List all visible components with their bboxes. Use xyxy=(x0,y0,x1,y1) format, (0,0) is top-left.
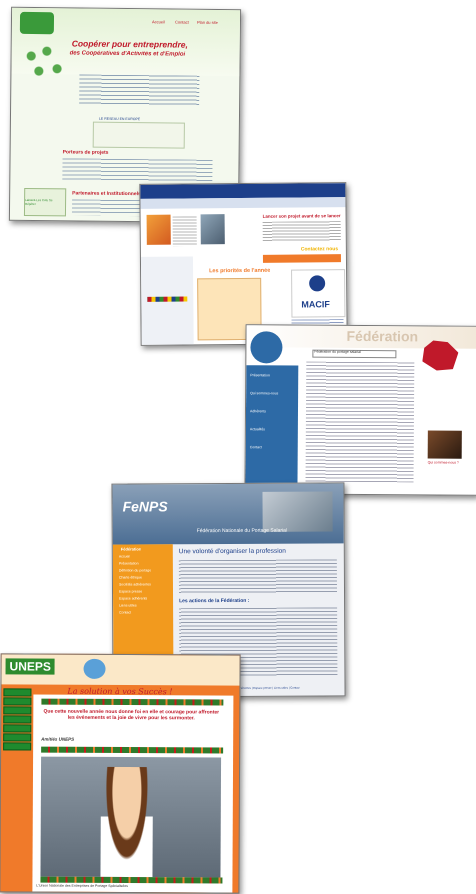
section-label[interactable]: Les priorités de l'année xyxy=(209,268,270,275)
screenshot-projet: Lancer son projet avant de se lancer Con… xyxy=(139,182,348,346)
section-heading[interactable]: Partenaires et Institutionnels xyxy=(72,190,141,197)
mascot-icon xyxy=(83,658,106,679)
page-title: Coopérer pour entreprendre, xyxy=(71,38,188,50)
badge-logo xyxy=(250,331,283,364)
menu-item[interactable]: Actualités xyxy=(250,427,265,431)
footer-text: L'Union Nationale des Entreprises de Por… xyxy=(36,883,128,889)
macif-logo-icon xyxy=(309,275,326,292)
nav-button[interactable] xyxy=(3,688,32,697)
menu-item[interactable]: Contact xyxy=(250,445,262,449)
screenshot-federation: Fédération Présentation Qui sommes-nous … xyxy=(244,324,476,496)
contact-box xyxy=(262,254,341,263)
brand-name: Fédération xyxy=(346,327,419,345)
main-heading: Une volonté d'organiser la profession xyxy=(178,547,286,556)
menu-item[interactable]: Contact xyxy=(119,611,131,615)
holly-divider xyxy=(41,746,224,754)
section-subheading: Les actions de la Fédération : xyxy=(179,597,250,605)
main-text xyxy=(178,559,338,595)
article-text xyxy=(172,216,197,247)
nav-button[interactable] xyxy=(3,724,32,733)
menu-item[interactable]: Espace presse xyxy=(119,589,142,593)
menu-item[interactable]: Définition du portage xyxy=(119,568,151,572)
select-value: Fédération du portage salarial xyxy=(314,349,361,354)
woman-illustration xyxy=(100,766,154,878)
projets-text xyxy=(62,158,213,182)
photo-thumb xyxy=(200,214,225,245)
intro-text xyxy=(79,74,200,106)
network-diagram xyxy=(92,121,185,149)
menu-item[interactable]: Espace adhérents xyxy=(119,596,147,600)
main-text xyxy=(305,361,415,483)
greeting-message: Que cette nouvelle année nous donne foi … xyxy=(43,708,220,722)
nav-button[interactable] xyxy=(3,697,32,706)
site-subtitle: Fédération Nationale du Portage Salarial xyxy=(196,527,288,535)
side-photo xyxy=(427,430,462,459)
contact-label[interactable]: Contactez nous xyxy=(301,246,338,252)
menu-item[interactable]: Liens utiles xyxy=(119,603,137,607)
nav-item[interactable]: Accueil xyxy=(152,19,165,24)
menu-item[interactable]: Sociétés adhérentes xyxy=(119,582,151,586)
people-illustration xyxy=(15,35,68,87)
menu-title: Fédération xyxy=(120,546,142,552)
page-subtitle: des Coopératives d'Activités et d'Emploi xyxy=(69,50,186,58)
nav-button[interactable] xyxy=(3,733,32,742)
tagline: Lancer son projet avant de se lancer xyxy=(262,213,341,219)
nav-item[interactable]: Plan du site xyxy=(197,20,218,25)
header-photo xyxy=(262,491,333,532)
nav-button[interactable] xyxy=(3,715,32,724)
nav-button[interactable] xyxy=(3,742,32,751)
menu-item[interactable]: Présentation xyxy=(250,373,270,377)
menu-item[interactable]: Présentation xyxy=(119,561,139,565)
logo xyxy=(19,11,55,35)
menu-item[interactable]: Qui sommes-nous xyxy=(250,391,278,395)
signature: Amitiés UNEPS xyxy=(41,736,75,742)
subnav xyxy=(140,197,346,209)
nav-button[interactable] xyxy=(3,706,32,715)
flags-row xyxy=(147,296,188,302)
site-logo: UNEPS xyxy=(5,658,55,675)
side-caption: Qui sommes-nous ? xyxy=(427,460,459,465)
side-logo-caption: Laissez-Les CAE Se Répéter xyxy=(25,197,53,207)
tagline-text xyxy=(262,221,341,242)
screenshot-uneps: UNEPS La solution à vos Succès ! Que cet… xyxy=(0,653,241,894)
nav-item[interactable]: Contact xyxy=(175,20,189,25)
holly-divider xyxy=(41,698,224,706)
menu-item[interactable]: Accueil xyxy=(119,555,130,559)
map-label: LE RESEAU EN EUROPE xyxy=(98,116,141,122)
menu-item[interactable]: Adhérents xyxy=(250,409,266,413)
sponsor-name: MACIF xyxy=(301,299,330,310)
photo-thumb xyxy=(146,214,171,245)
menu-item[interactable]: Charte éthique xyxy=(119,575,142,579)
site-logo: FeNPS xyxy=(122,498,168,515)
holly-divider xyxy=(40,876,223,884)
section-heading[interactable]: Porteurs de projets xyxy=(63,149,109,155)
